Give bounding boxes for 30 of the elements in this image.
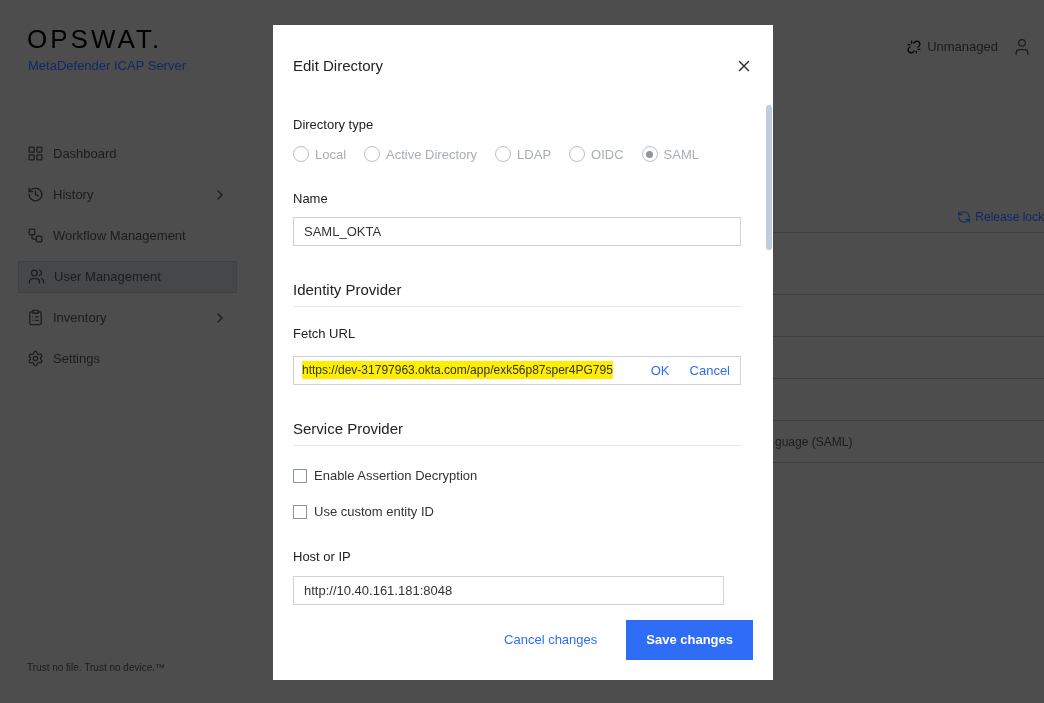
refresh-icon	[957, 210, 972, 224]
field-label: Host or IP	[293, 548, 352, 567]
cancel-changes-button[interactable]: Cancel changes	[504, 630, 598, 650]
settings-icon	[27, 350, 44, 367]
dialog-title: Edit Directory	[293, 55, 384, 76]
checkbox-label: Use custom entity ID	[314, 502, 434, 521]
field-label: Name	[293, 190, 329, 208]
grid-icon	[27, 145, 44, 162]
field-label: Directory type	[293, 116, 375, 134]
checkbox[interactable]	[293, 504, 307, 519]
logo: OPSWAT.	[26, 26, 164, 52]
field-label: Fetch URL	[293, 325, 357, 344]
ok-button[interactable]: OK	[650, 360, 670, 380]
save-changes-button[interactable]: Save changes	[626, 620, 753, 660]
cancel-button[interactable]: Cancel	[689, 360, 730, 380]
unlink-icon	[907, 39, 922, 54]
host-input[interactable]: http://10.40.161.181:8048	[293, 575, 724, 605]
history-icon	[27, 186, 44, 203]
workflow-icon	[27, 227, 44, 244]
section-heading: Identity Provider	[293, 278, 741, 308]
scrollbar-thumb[interactable]	[766, 105, 772, 250]
fetch-url-field[interactable]: https://dev-31797963.okta.com/app/exk56p87sper4PG795 OK Cancel	[293, 355, 741, 385]
checkbox[interactable]	[293, 469, 307, 484]
section-heading: Service Provider	[293, 417, 741, 447]
clipboard-icon	[27, 309, 44, 326]
users-icon	[28, 268, 45, 285]
product-name: MetaDefender ICAP Server	[27, 57, 187, 75]
checkbox-label: Enable Assertion Decryption	[314, 467, 478, 486]
name-input[interactable]: SAML_OKTA	[293, 216, 741, 246]
release-lock-button[interactable]: Release lock	[951, 208, 1044, 226]
